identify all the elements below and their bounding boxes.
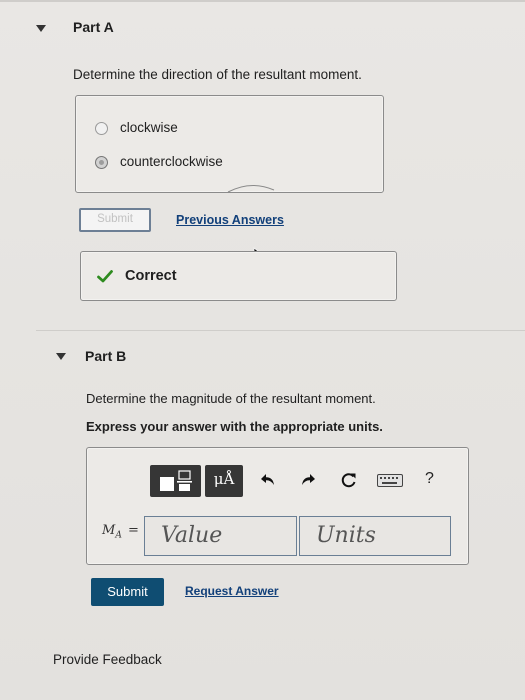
answer-box: μÅ ? MA = Value Units — [86, 447, 469, 565]
correct-feedback-box: Correct — [80, 251, 397, 301]
variable-label: MA = — [102, 523, 139, 541]
provide-feedback-link[interactable]: Provide Feedback — [53, 652, 162, 667]
keyboard-icon[interactable] — [377, 474, 403, 487]
previous-answers-link[interactable]: Previous Answers — [176, 213, 284, 227]
part-divider — [36, 330, 525, 331]
units-button[interactable]: μÅ — [205, 465, 243, 497]
request-answer-link[interactable]: Request Answer — [185, 584, 279, 598]
part-a-title[interactable]: Part A — [73, 19, 114, 35]
part-b-instruction: Express your answer with the appropriate… — [86, 419, 383, 434]
value-input[interactable]: Value — [144, 516, 297, 556]
scratch-mark — [227, 185, 275, 193]
units-label: μÅ — [213, 470, 235, 488]
fraction-template-icon — [160, 470, 192, 491]
variable-subscript: A — [115, 530, 122, 541]
radio-clockwise[interactable] — [95, 122, 108, 135]
part-a-collapse-icon[interactable] — [36, 25, 46, 32]
part-b-title[interactable]: Part B — [85, 348, 126, 364]
checkmark-icon — [97, 270, 113, 283]
units-input[interactable]: Units — [299, 516, 451, 556]
part-a-question: Determine the direction of the resultant… — [73, 67, 362, 82]
equals-sign: = — [127, 523, 139, 538]
reset-icon[interactable] — [340, 471, 358, 489]
correct-label: Correct — [125, 268, 177, 284]
part-b-question: Determine the magnitude of the resultant… — [86, 391, 376, 406]
part-b-submit-button[interactable]: Submit — [91, 578, 164, 606]
option-counterclockwise-label[interactable]: counterclockwise — [120, 154, 223, 169]
radio-counterclockwise[interactable] — [95, 156, 108, 169]
help-button[interactable]: ? — [425, 470, 434, 488]
part-a-submit-button[interactable]: Submit — [79, 208, 151, 232]
variable-symbol: M — [102, 523, 116, 538]
undo-icon[interactable] — [260, 473, 276, 487]
top-divider — [0, 0, 525, 2]
templates-button[interactable] — [150, 465, 201, 497]
part-a-options-box: clockwise counterclockwise — [75, 95, 384, 193]
part-b-collapse-icon[interactable] — [56, 353, 66, 360]
redo-icon[interactable] — [300, 473, 316, 487]
option-clockwise-label[interactable]: clockwise — [120, 120, 178, 135]
